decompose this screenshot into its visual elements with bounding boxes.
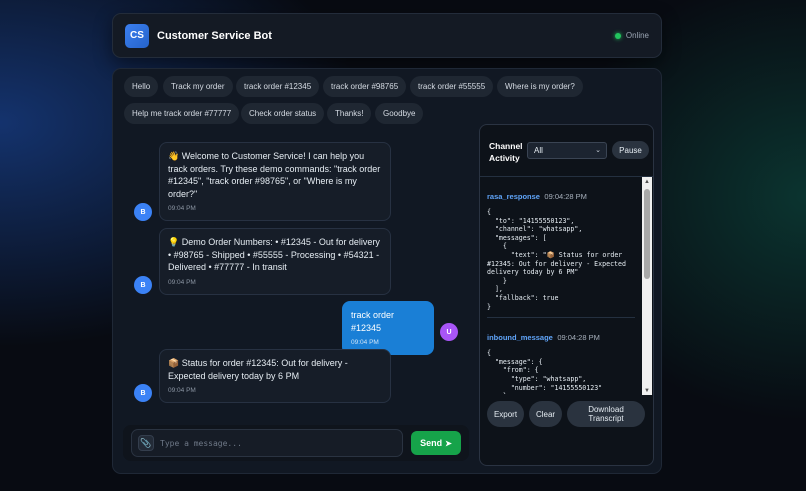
chat-container: Hello Track my order track order #12345 … <box>112 68 662 474</box>
quick-reply-chip[interactable]: Help me track order #77777 <box>124 103 240 124</box>
app-logo: CS <box>125 23 149 48</box>
log-time: 09:04:28 PM <box>557 333 600 343</box>
scrollbar-thumb[interactable] <box>644 189 650 279</box>
message-input[interactable] <box>160 435 396 451</box>
quick-reply-chip[interactable]: track order #55555 <box>410 76 494 97</box>
quick-reply-chip[interactable]: track order #98765 <box>323 76 407 97</box>
send-arrow-icon: ➤ <box>445 438 452 448</box>
quick-reply-chip[interactable]: Track my order <box>163 76 233 97</box>
message-text: 👋 Welcome to Customer Service! I can hel… <box>168 151 381 199</box>
message-time: 09:04 PM <box>168 205 196 213</box>
scroll-down-icon[interactable]: ▼ <box>642 386 652 395</box>
log-scrollbar[interactable]: ▲ ▼ <box>642 177 652 395</box>
log-entry: inbound_message 09:04:28 PM { "message":… <box>487 317 635 394</box>
chevron-down-icon: ⌄ <box>595 147 601 154</box>
message-text: 📦 Status for order #12345: Out for deliv… <box>168 358 348 381</box>
bot-avatar: B <box>134 384 152 402</box>
message-time: 09:04 PM <box>168 278 196 286</box>
status-indicator: Online <box>614 31 649 40</box>
send-button[interactable]: Send ➤ <box>411 431 461 455</box>
message-composer: 📎 Send ➤ <box>123 425 469 461</box>
filter-value: All <box>534 146 543 155</box>
channel-filter-select[interactable]: All ⌄ <box>527 142 607 159</box>
quick-reply-chip[interactable]: Where is my order? <box>497 76 583 97</box>
quick-reply-chip[interactable]: Hello <box>124 76 159 97</box>
message-bubble: track order #12345 09:04 PM <box>342 301 434 356</box>
activity-title: Channel Activity <box>489 141 523 163</box>
message-time: 09:04 PM <box>351 339 379 347</box>
send-label: Send <box>420 438 443 448</box>
message-bubble: 💡 Demo Order Numbers: • #12345 - Out for… <box>159 228 391 295</box>
app-title: Customer Service Bot <box>157 29 272 42</box>
log-payload: { "to": "14155550123", "channel": "whats… <box>487 208 626 311</box>
message-bubble: 👋 Welcome to Customer Service! I can hel… <box>159 142 391 222</box>
message-text: track order #12345 <box>351 310 395 333</box>
message-bubble: 📦 Status for order #12345: Out for deliv… <box>159 349 391 404</box>
log-payload: { "message": { "from": { "type": "whatsa… <box>487 349 603 394</box>
pause-button[interactable]: Pause <box>612 141 649 159</box>
online-dot-icon <box>614 32 621 39</box>
log-type: rasa_response <box>487 192 540 201</box>
log-time: 09:04:28 PM <box>544 192 587 201</box>
user-avatar: U <box>440 323 458 341</box>
activity-log: rasa_response 09:04:28 PM { "to": "14155… <box>480 177 642 394</box>
quick-reply-chip[interactable]: track order #12345 <box>236 76 320 97</box>
message-text: 💡 Demo Order Numbers: • #12345 - Out for… <box>168 237 380 273</box>
message-field[interactable]: 📎 <box>131 429 403 457</box>
status-label: Online <box>625 31 649 40</box>
export-button[interactable]: Export <box>487 401 524 427</box>
scroll-up-icon[interactable]: ▲ <box>642 177 652 186</box>
quick-reply-chip[interactable]: Goodbye <box>375 103 424 124</box>
channel-activity-panel: Channel Activity All ⌄ Pause rasa_respon… <box>479 124 654 466</box>
log-entry: rasa_response 09:04:28 PM { "to": "14155… <box>487 177 635 311</box>
download-transcript-button[interactable]: Download Transcript <box>567 401 645 427</box>
chat-header: CS Customer Service Bot Online <box>112 13 662 58</box>
quick-reply-chip[interactable]: Check order status <box>241 103 325 124</box>
attach-icon[interactable]: 📎 <box>138 435 154 451</box>
quick-reply-chip[interactable]: Thanks! <box>327 103 372 124</box>
clear-button[interactable]: Clear <box>529 401 562 427</box>
bot-avatar: B <box>134 276 152 294</box>
log-type: inbound_message <box>487 333 553 343</box>
message-time: 09:04 PM <box>168 387 196 395</box>
bot-avatar: B <box>134 203 152 221</box>
